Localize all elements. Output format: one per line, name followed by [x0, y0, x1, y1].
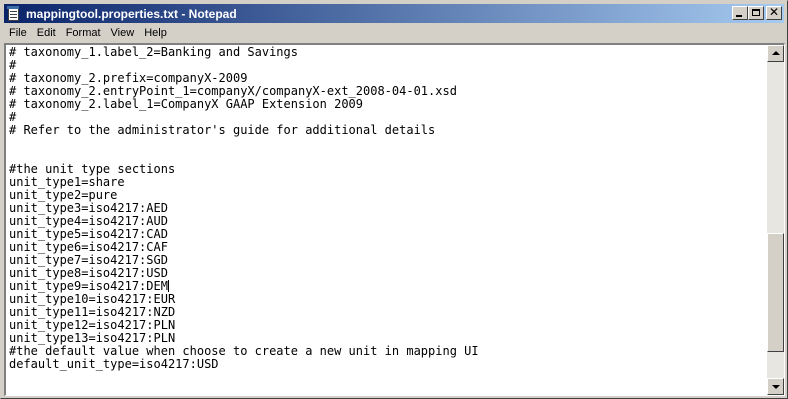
maximize-icon	[752, 9, 760, 16]
editor-line[interactable]: default_unit_type=iso4217:USD	[9, 358, 767, 371]
window-title: mappingtool.properties.txt - Notepad	[26, 6, 237, 21]
vertical-scrollbar[interactable]	[767, 45, 784, 395]
editor-line[interactable]: # Refer to the administrator's guide for…	[9, 124, 767, 137]
close-button[interactable]: ✕	[766, 5, 782, 20]
text-editor[interactable]: # taxonomy_1.label_2=Banking and Savings…	[6, 45, 767, 395]
editor-line[interactable]: # taxonomy_1.label_2=Banking and Savings	[9, 46, 767, 59]
menu-edit[interactable]: Edit	[32, 24, 61, 42]
editor-content[interactable]: # taxonomy_1.label_2=Banking and Savings…	[6, 45, 767, 371]
text-caret	[167, 280, 169, 292]
notepad-icon[interactable]	[6, 5, 22, 22]
close-icon: ✕	[768, 5, 780, 19]
arrow-up-icon	[772, 51, 780, 55]
notepad-window: mappingtool.properties.txt - Notepad ✕ F…	[0, 0, 788, 399]
maximize-button[interactable]	[748, 6, 764, 20]
title-bar[interactable]: mappingtool.properties.txt - Notepad ✕	[4, 4, 784, 23]
editor-line[interactable]	[9, 137, 767, 150]
menu-help[interactable]: Help	[139, 24, 172, 42]
menu-view[interactable]: View	[106, 24, 140, 42]
menu-format[interactable]: Format	[61, 24, 106, 42]
editor-line[interactable]: unit_type1=share	[9, 176, 767, 189]
menu-file[interactable]: File	[4, 24, 32, 42]
editor-line[interactable]: # taxonomy_2.label_1=CompanyX GAAP Exten…	[9, 98, 767, 111]
scroll-thumb[interactable]	[767, 233, 784, 353]
editor-frame: # taxonomy_1.label_2=Banking and Savings…	[4, 43, 785, 396]
menu-bar: File Edit Format View Help	[4, 24, 784, 42]
minimize-button[interactable]	[732, 6, 748, 20]
minimize-icon	[736, 15, 742, 17]
arrow-down-icon	[772, 385, 780, 389]
scroll-down-button[interactable]	[767, 378, 784, 395]
scroll-up-button[interactable]	[767, 45, 784, 62]
window-controls: ✕	[732, 5, 782, 20]
